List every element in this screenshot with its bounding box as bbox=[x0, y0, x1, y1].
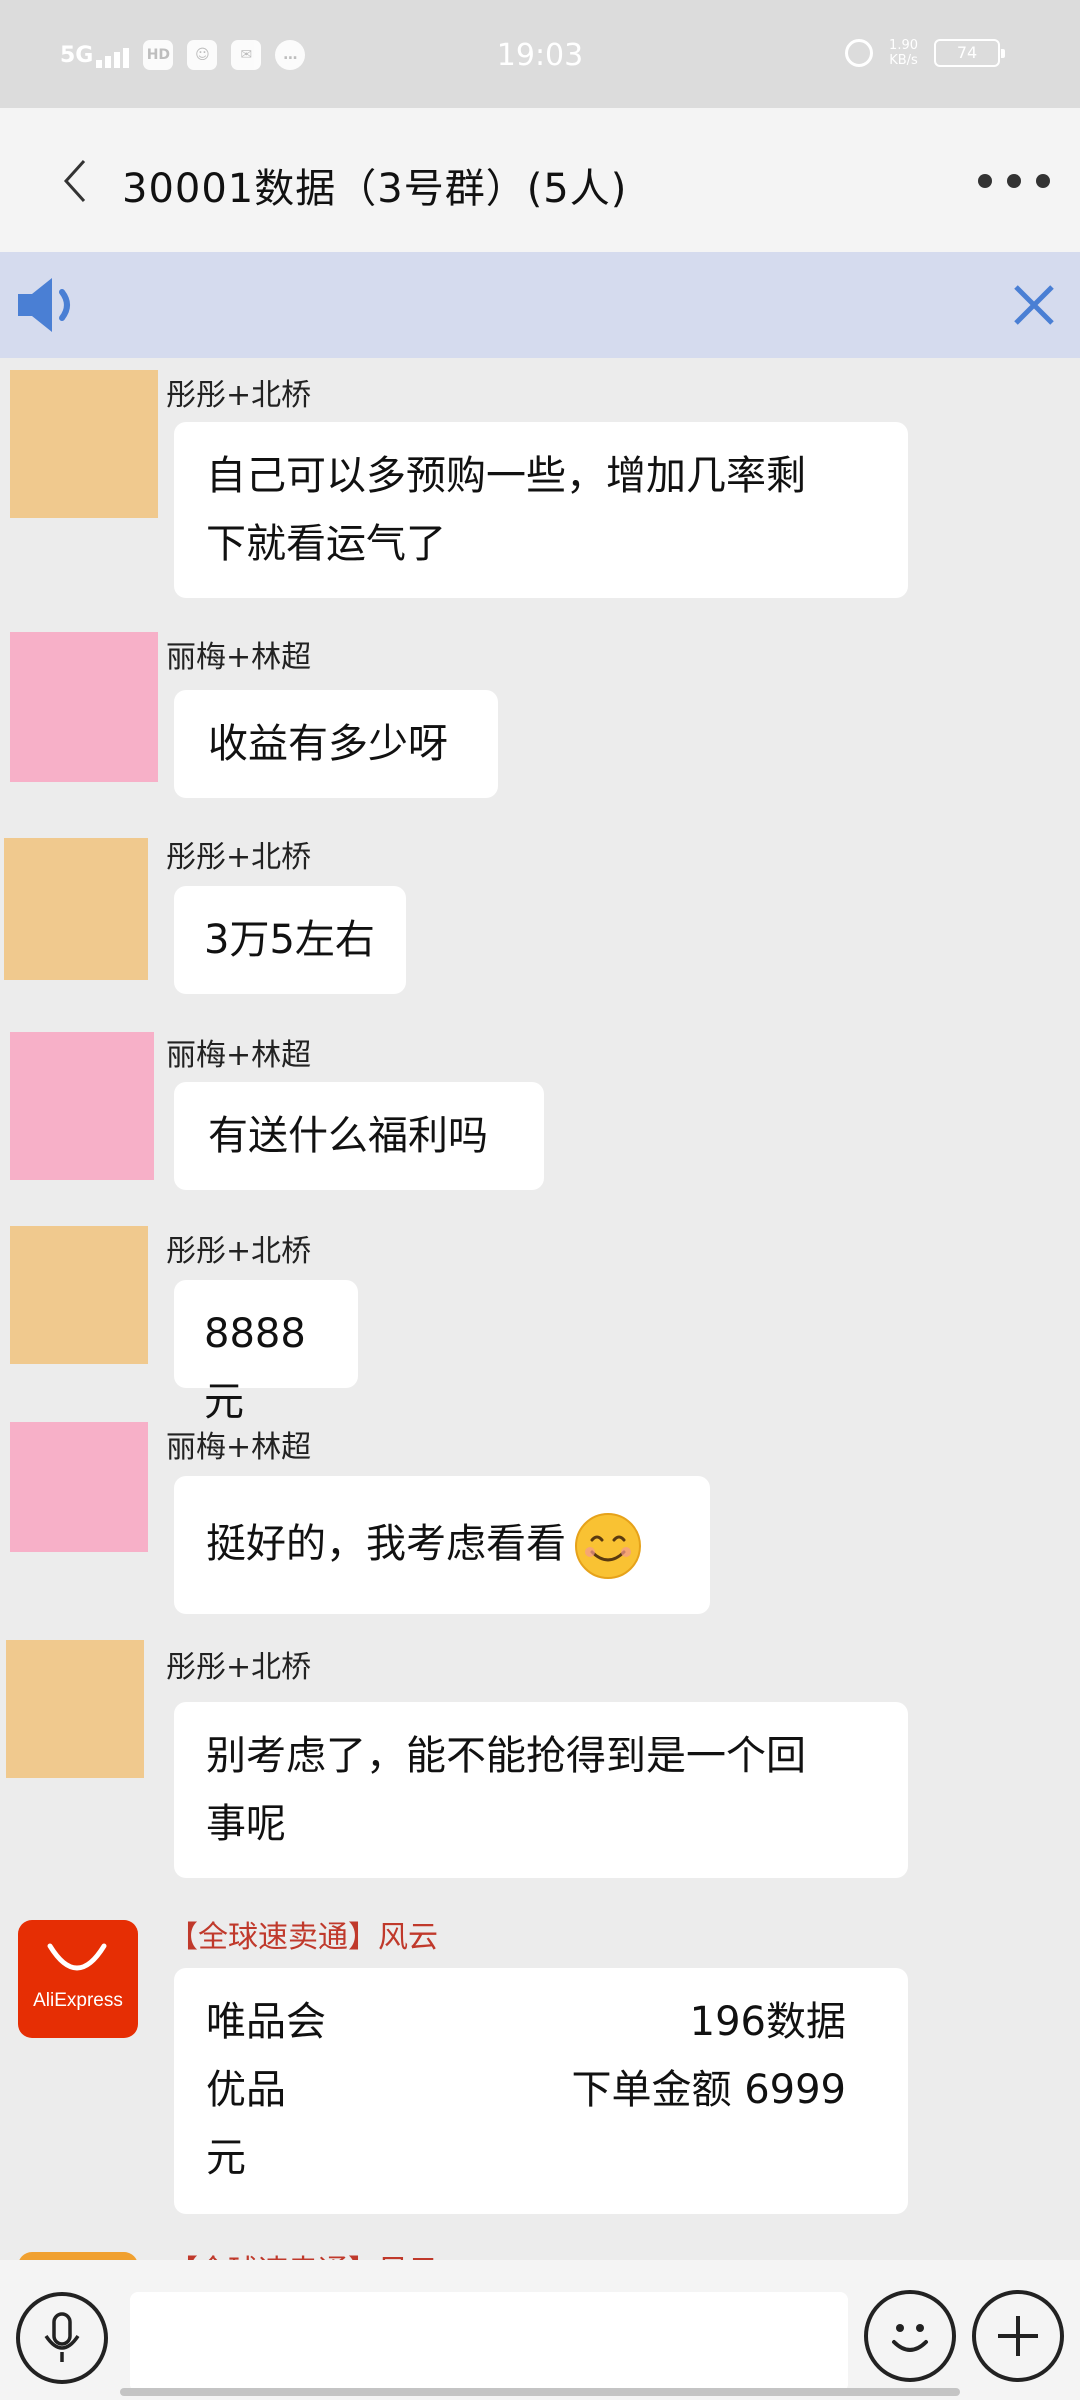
aliexpress-logo-avatar[interactable]: AliExpress bbox=[18, 1920, 138, 2038]
avatar[interactable] bbox=[6, 1640, 144, 1778]
microphone-icon[interactable] bbox=[16, 2292, 108, 2384]
status-bar: 5G HD ☺ ✉ … 19:03 1.90 KB/s 74 bbox=[0, 0, 1080, 108]
sender-name: 【全球速卖通】风云 bbox=[168, 1920, 438, 1955]
avatar[interactable] bbox=[10, 1032, 154, 1180]
announcement-bar[interactable] bbox=[0, 252, 1080, 358]
message-row: 唯品会 196数据 bbox=[206, 1999, 846, 2045]
message-list[interactable]: 彤彤+北桥 自己可以多预购一些，增加几率剩 下就看运气了 丽梅+林超 收益有多少… bbox=[0, 358, 1080, 2260]
plus-icon[interactable] bbox=[972, 2290, 1064, 2382]
sender-name: 丽梅+林超 bbox=[166, 640, 312, 675]
home-indicator[interactable] bbox=[120, 2388, 960, 2396]
message-input[interactable] bbox=[130, 2292, 848, 2392]
chevron-left-icon[interactable] bbox=[55, 156, 95, 206]
alarm-icon bbox=[845, 39, 874, 67]
sender-name: 彤彤+北桥 bbox=[166, 1234, 312, 1269]
smiley-icon[interactable] bbox=[864, 2290, 956, 2382]
aliexpress-logo-avatar[interactable] bbox=[18, 2252, 138, 2260]
chat-title: 30001数据（3号群）(5人) bbox=[122, 166, 628, 212]
aliexpress-label: AliExpress bbox=[33, 1990, 123, 2011]
message-bubble[interactable]: 收益有多少呀 bbox=[174, 690, 498, 798]
avatar[interactable] bbox=[10, 1422, 148, 1552]
message-bubble[interactable]: 唯品会 196数据 优品 下单金额 6999 元 bbox=[174, 1968, 908, 2214]
speaker-icon bbox=[18, 278, 70, 332]
message-bubble[interactable]: 挺好的，我考虑看看 bbox=[174, 1476, 710, 1614]
message-row: 优品 下单金额 6999 bbox=[206, 2067, 846, 2113]
battery-icon: 74 bbox=[934, 39, 1005, 67]
message-bubble[interactable]: 自己可以多预购一些，增加几率剩 下就看运气了 bbox=[174, 422, 908, 598]
message-bubble[interactable]: 别考虑了，能不能抢得到是一个回 事呢 bbox=[174, 1702, 908, 1878]
avatar[interactable] bbox=[10, 370, 158, 518]
sender-name: 丽梅+林超 bbox=[166, 1038, 312, 1073]
close-icon[interactable] bbox=[1006, 277, 1062, 333]
sender-name: 彤彤+北桥 bbox=[166, 1650, 312, 1685]
input-bar bbox=[0, 2260, 1080, 2400]
avatar[interactable] bbox=[4, 838, 148, 980]
message-row: 元 bbox=[206, 2135, 246, 2181]
smiling-face-emoji bbox=[575, 1513, 641, 1579]
message-bubble[interactable]: 有送什么福利吗 bbox=[174, 1082, 544, 1190]
sender-name: 彤彤+北桥 bbox=[166, 840, 312, 875]
sender-name: 丽梅+林超 bbox=[166, 1430, 312, 1465]
message-bubble[interactable]: 3万5左右 bbox=[174, 886, 406, 994]
sender-name: 【全球速卖通】风云 bbox=[168, 2246, 438, 2260]
message-bubble[interactable]: 8888元 bbox=[174, 1280, 358, 1425]
more-dots-icon[interactable] bbox=[978, 166, 1050, 196]
shopping-bag-smile-icon bbox=[47, 1943, 107, 1971]
net-speed: 1.90 KB/s bbox=[889, 38, 918, 68]
avatar[interactable] bbox=[10, 1226, 148, 1364]
sender-name: 彤彤+北桥 bbox=[166, 378, 312, 413]
status-right-group: 1.90 KB/s 74 bbox=[845, 38, 1005, 68]
chat-header: 30001数据（3号群）(5人) bbox=[0, 108, 1080, 252]
avatar[interactable] bbox=[10, 632, 158, 782]
